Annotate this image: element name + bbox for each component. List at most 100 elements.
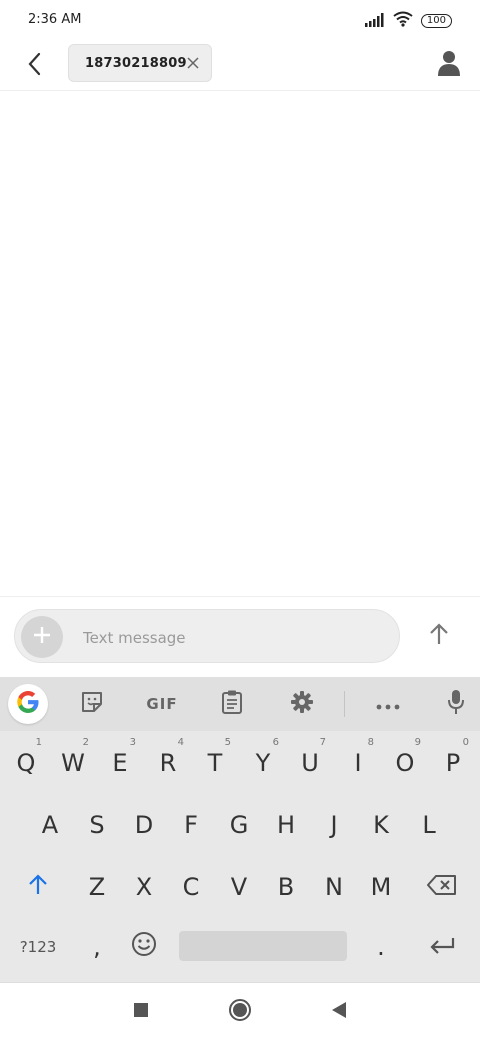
recents-button[interactable] [124, 995, 158, 1029]
key-c[interactable]: C [167, 861, 215, 913]
key-u[interactable]: U7 [286, 737, 334, 789]
key-e[interactable]: E3 [96, 737, 144, 789]
key-label: K [373, 811, 389, 839]
key-j[interactable]: J [310, 799, 358, 851]
enter-icon [429, 933, 455, 961]
key-z[interactable]: Z [73, 861, 121, 913]
back-nav-button[interactable] [322, 995, 356, 1029]
back-button[interactable] [18, 50, 50, 82]
close-icon [187, 54, 199, 73]
key-g[interactable]: G [215, 799, 263, 851]
compose-box [14, 609, 400, 663]
symbols-key[interactable]: ?123 [10, 921, 66, 973]
backspace-key[interactable] [416, 861, 468, 913]
spacebar[interactable] [179, 931, 347, 961]
contact-button[interactable] [432, 48, 466, 82]
key-i[interactable]: I8 [334, 737, 382, 789]
key-hint: 2 [82, 737, 89, 748]
key-label: X [135, 873, 153, 901]
key-label: J [330, 811, 338, 839]
keyboard: G I F Q 1 W 2 E 3 R 4 T 5 Y 6 U 7 I 8 O 9 … [0, 677, 480, 982]
key-h[interactable]: H [262, 799, 310, 851]
status-bar: 2:36 AM 100 [0, 0, 480, 42]
voice-input-button[interactable] [438, 687, 474, 721]
gif-label: GIF [146, 695, 178, 713]
keyboard-toolbar: GIF [0, 677, 480, 731]
key-label: Z [88, 873, 106, 901]
key-w[interactable]: W2 [49, 737, 97, 789]
shift-arrow-icon [28, 873, 48, 901]
clipboard-icon [221, 689, 243, 719]
period-key[interactable]: . [357, 921, 405, 973]
key-label: W [61, 749, 85, 777]
sticker-button[interactable] [74, 687, 110, 721]
google-search-button[interactable] [8, 684, 48, 724]
key-label: L [422, 811, 436, 839]
google-logo-icon [15, 689, 41, 719]
sticker-icon [80, 690, 104, 718]
key-label: I [354, 749, 362, 777]
key-hint: 6 [272, 737, 279, 748]
settings-button[interactable] [284, 687, 320, 721]
key-q[interactable]: Q1 [2, 737, 50, 789]
key-label: D [134, 811, 154, 839]
key-l[interactable]: L [405, 799, 453, 851]
key-label: V [230, 873, 248, 901]
smiley-icon [131, 931, 157, 963]
key-label: R [159, 749, 177, 777]
key-t[interactable]: T5 [191, 737, 239, 789]
key-b[interactable]: B [262, 861, 310, 913]
key-label: O [395, 749, 415, 777]
key-hint: 9 [414, 737, 421, 748]
key-label: P [445, 749, 461, 777]
key-y[interactable]: Y6 [239, 737, 287, 789]
clipboard-button[interactable] [214, 687, 250, 721]
key-p[interactable]: P0 [429, 737, 477, 789]
key-f[interactable]: F [167, 799, 215, 851]
square-icon [133, 1002, 149, 1022]
key-label: T [207, 749, 223, 777]
key-label: S [89, 811, 105, 839]
conversation-header: 18730218809 [0, 42, 480, 91]
key-a[interactable]: A [26, 799, 74, 851]
add-attachment-button[interactable] [21, 616, 63, 658]
home-button[interactable] [223, 995, 257, 1029]
more-options-button[interactable] [370, 687, 406, 721]
key-label: F [184, 811, 198, 839]
enter-key[interactable] [416, 921, 468, 973]
triangle-back-icon [331, 1001, 347, 1023]
key-n[interactable]: N [310, 861, 358, 913]
key-r[interactable]: R4 [144, 737, 192, 789]
key-label: ?123 [19, 938, 57, 956]
keyboard-row-1: Q1 W2 E3 R4 T5 Y6 U7 I8 O9 P0 [0, 737, 480, 789]
composer [0, 597, 480, 677]
key-label: G [229, 811, 249, 839]
comma-key[interactable]: , [73, 921, 121, 973]
toolbar-divider [344, 691, 345, 717]
key-label: N [325, 873, 343, 901]
key-label: B [277, 873, 295, 901]
more-horizontal-icon [376, 695, 400, 714]
key-d[interactable]: D [120, 799, 168, 851]
remove-recipient-button[interactable] [187, 55, 199, 71]
key-s[interactable]: S [73, 799, 121, 851]
back-arrow-icon [27, 52, 41, 80]
key-label: C [182, 873, 200, 901]
key-label: E [112, 749, 128, 777]
emoji-key[interactable] [120, 921, 168, 973]
wifi-icon [393, 11, 413, 31]
backspace-icon [427, 873, 457, 901]
key-v[interactable]: V [215, 861, 263, 913]
gif-button[interactable]: GIF [140, 687, 184, 721]
key-m[interactable]: M [357, 861, 405, 913]
message-input[interactable] [81, 624, 385, 652]
key-o[interactable]: O9 [381, 737, 429, 789]
shift-key[interactable] [14, 861, 62, 913]
key-label: , [93, 933, 101, 961]
system-navbar [0, 982, 480, 1041]
key-x[interactable]: X [120, 861, 168, 913]
key-k[interactable]: K [357, 799, 405, 851]
recipient-chip[interactable]: 18730218809 [68, 44, 212, 82]
key-hint: 3 [129, 737, 136, 748]
send-button[interactable] [422, 619, 456, 653]
